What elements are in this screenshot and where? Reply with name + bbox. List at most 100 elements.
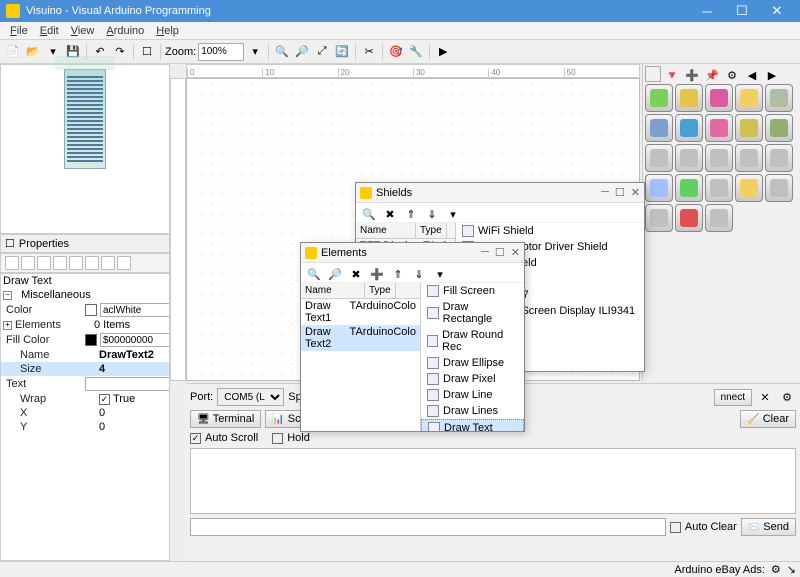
palette-item-11[interactable] xyxy=(675,144,703,172)
prop-x[interactable]: X0 xyxy=(1,406,169,420)
maximize-button[interactable]: ☐ xyxy=(725,0,759,22)
prop-text[interactable]: Text xyxy=(1,376,169,392)
palette-item-4[interactable] xyxy=(765,84,793,112)
elements-window[interactable]: Elements ─ ☐ ✕ 🔍 🔎 ✖ ➕ ⇑ ⇓ ▾ NameType Dr… xyxy=(300,242,525,432)
serial-input[interactable] xyxy=(190,518,666,536)
toggle1-button[interactable]: ☐ xyxy=(138,43,156,61)
shields-min[interactable]: ─ xyxy=(601,186,609,199)
palette-search[interactable] xyxy=(645,66,661,82)
prop-tool-5[interactable] xyxy=(69,256,83,270)
shields-close[interactable]: ✕ xyxy=(631,186,640,199)
elements-tool-up[interactable]: ⇑ xyxy=(389,265,407,283)
palette-item-14[interactable] xyxy=(765,144,793,172)
palette-gear-icon[interactable]: ⚙ xyxy=(723,66,741,84)
tree-root[interactable]: Draw Text xyxy=(1,274,169,288)
list-item[interactable]: WiFi Shield xyxy=(456,223,644,239)
prop-tool-2[interactable] xyxy=(21,256,35,270)
elements-tool-add[interactable]: ➕ xyxy=(368,265,386,283)
palette-item-18[interactable] xyxy=(735,174,763,202)
palette-item-19[interactable] xyxy=(765,174,793,202)
elements-max[interactable]: ☐ xyxy=(495,246,505,259)
palette-filter-icon[interactable]: 🔻 xyxy=(663,66,681,84)
refresh-button[interactable]: 🔄 xyxy=(333,43,351,61)
list-item[interactable]: Draw Text xyxy=(421,419,524,431)
shields-tool-1[interactable]: 🔍 xyxy=(360,205,378,223)
terminal-tab[interactable]: 🖥 Terminal xyxy=(190,410,261,428)
port-combo[interactable]: COM5 (L xyxy=(217,388,284,406)
palette-item-0[interactable] xyxy=(645,84,673,112)
palette-item-1[interactable] xyxy=(675,84,703,112)
palette-item-13[interactable] xyxy=(735,144,763,172)
tree-misc-group[interactable]: − Miscellaneous xyxy=(1,288,169,302)
zoom-input[interactable] xyxy=(198,43,244,61)
send-button[interactable]: 📨 Send xyxy=(741,518,796,536)
palette-item-3[interactable] xyxy=(735,84,763,112)
zoom-in-button[interactable]: 🔍 xyxy=(273,43,291,61)
autoscroll-checkbox[interactable]: ✓ xyxy=(190,433,201,444)
prop-tool-4[interactable] xyxy=(53,256,67,270)
prop-wrap[interactable]: Wrap✓True xyxy=(1,392,169,406)
palette-item-9[interactable] xyxy=(765,114,793,142)
palette-item-10[interactable] xyxy=(645,144,673,172)
menu-help[interactable]: Help xyxy=(150,23,185,39)
palette-item-20[interactable] xyxy=(645,204,673,232)
palette-fwd-icon[interactable]: ▶ xyxy=(763,66,781,84)
palette-item-16[interactable] xyxy=(675,174,703,202)
status-icon-2[interactable]: ↘ xyxy=(787,563,796,576)
prop-fill-color[interactable]: Fill Color xyxy=(1,332,169,348)
elements-tool-drop[interactable]: ▾ xyxy=(431,265,449,283)
palette-item-21[interactable] xyxy=(675,204,703,232)
palette-item-2[interactable] xyxy=(705,84,733,112)
palette-add-icon[interactable]: ➕ xyxy=(683,66,701,84)
menu-file[interactable]: File xyxy=(4,23,34,39)
palette-item-5[interactable] xyxy=(645,114,673,142)
list-item[interactable]: Draw Ellipse xyxy=(421,355,524,371)
zoom-dropdown[interactable]: ▾ xyxy=(246,43,264,61)
elements-min[interactable]: ─ xyxy=(481,246,489,259)
palette-item-17[interactable] xyxy=(705,174,733,202)
close-serial-icon[interactable]: ✕ xyxy=(756,388,774,406)
menu-edit[interactable]: Edit xyxy=(34,23,65,39)
new-button[interactable]: 📄 xyxy=(4,43,22,61)
list-item[interactable]: Fill Screen xyxy=(421,283,524,299)
clear-button[interactable]: 🧹 Clear xyxy=(740,410,796,428)
status-icon-1[interactable]: ⚙ xyxy=(771,563,781,576)
palette-item-6[interactable] xyxy=(675,114,703,142)
upload-button[interactable]: ▶ xyxy=(434,43,452,61)
shields-tool-3[interactable]: ⇑ xyxy=(402,205,420,223)
prop-size[interactable]: Size4 xyxy=(1,362,169,376)
prop-y[interactable]: Y0 xyxy=(1,420,169,434)
open-button[interactable]: 📂 xyxy=(24,43,42,61)
elements-tool-1[interactable]: 🔍 xyxy=(305,265,323,283)
elements-close[interactable]: ✕ xyxy=(511,246,520,259)
shields-tool-4[interactable]: ⇓ xyxy=(423,205,441,223)
list-item[interactable]: Draw Text2TArduinoColo xyxy=(301,325,420,351)
cut-button[interactable]: ✂ xyxy=(360,43,378,61)
palette-item-8[interactable] xyxy=(735,114,763,142)
properties-tree[interactable]: Draw Text − Miscellaneous Color +Element… xyxy=(0,273,170,561)
autoclear-checkbox[interactable] xyxy=(670,522,681,533)
elements-tool-3[interactable]: ✖ xyxy=(347,265,365,283)
serial-output[interactable] xyxy=(190,448,796,514)
prop-color[interactable]: Color xyxy=(1,302,169,318)
list-item[interactable]: Draw Pixel xyxy=(421,371,524,387)
prop-tool-1[interactable] xyxy=(5,256,19,270)
prop-elements[interactable]: +Elements0 Items xyxy=(1,318,169,332)
shields-max[interactable]: ☐ xyxy=(615,186,625,199)
elements-picker[interactable]: Fill ScreenDraw RectangleDraw Round RecD… xyxy=(421,283,524,431)
minimize-button[interactable]: ─ xyxy=(690,0,724,22)
prop-name[interactable]: NameDrawText2 xyxy=(1,348,169,362)
list-item[interactable]: Draw Line xyxy=(421,387,524,403)
wrap-checkbox[interactable]: ✓ xyxy=(99,394,110,405)
build-button[interactable]: 🔧 xyxy=(407,43,425,61)
shields-tool-2[interactable]: ✖ xyxy=(381,205,399,223)
list-item[interactable]: Draw Rectangle xyxy=(421,299,524,327)
list-item[interactable]: Draw Text1TArduinoColo xyxy=(301,299,420,325)
target-button[interactable]: 🎯 xyxy=(387,43,405,61)
shields-tool-5[interactable]: ▾ xyxy=(444,205,462,223)
palette-item-22[interactable] xyxy=(705,204,733,232)
palette-back-icon[interactable]: ◀ xyxy=(743,66,761,84)
prop-tool-7[interactable] xyxy=(101,256,115,270)
zoom-out-button[interactable]: 🔎 xyxy=(293,43,311,61)
zoom-fit-button[interactable]: ⤢ xyxy=(313,43,331,61)
